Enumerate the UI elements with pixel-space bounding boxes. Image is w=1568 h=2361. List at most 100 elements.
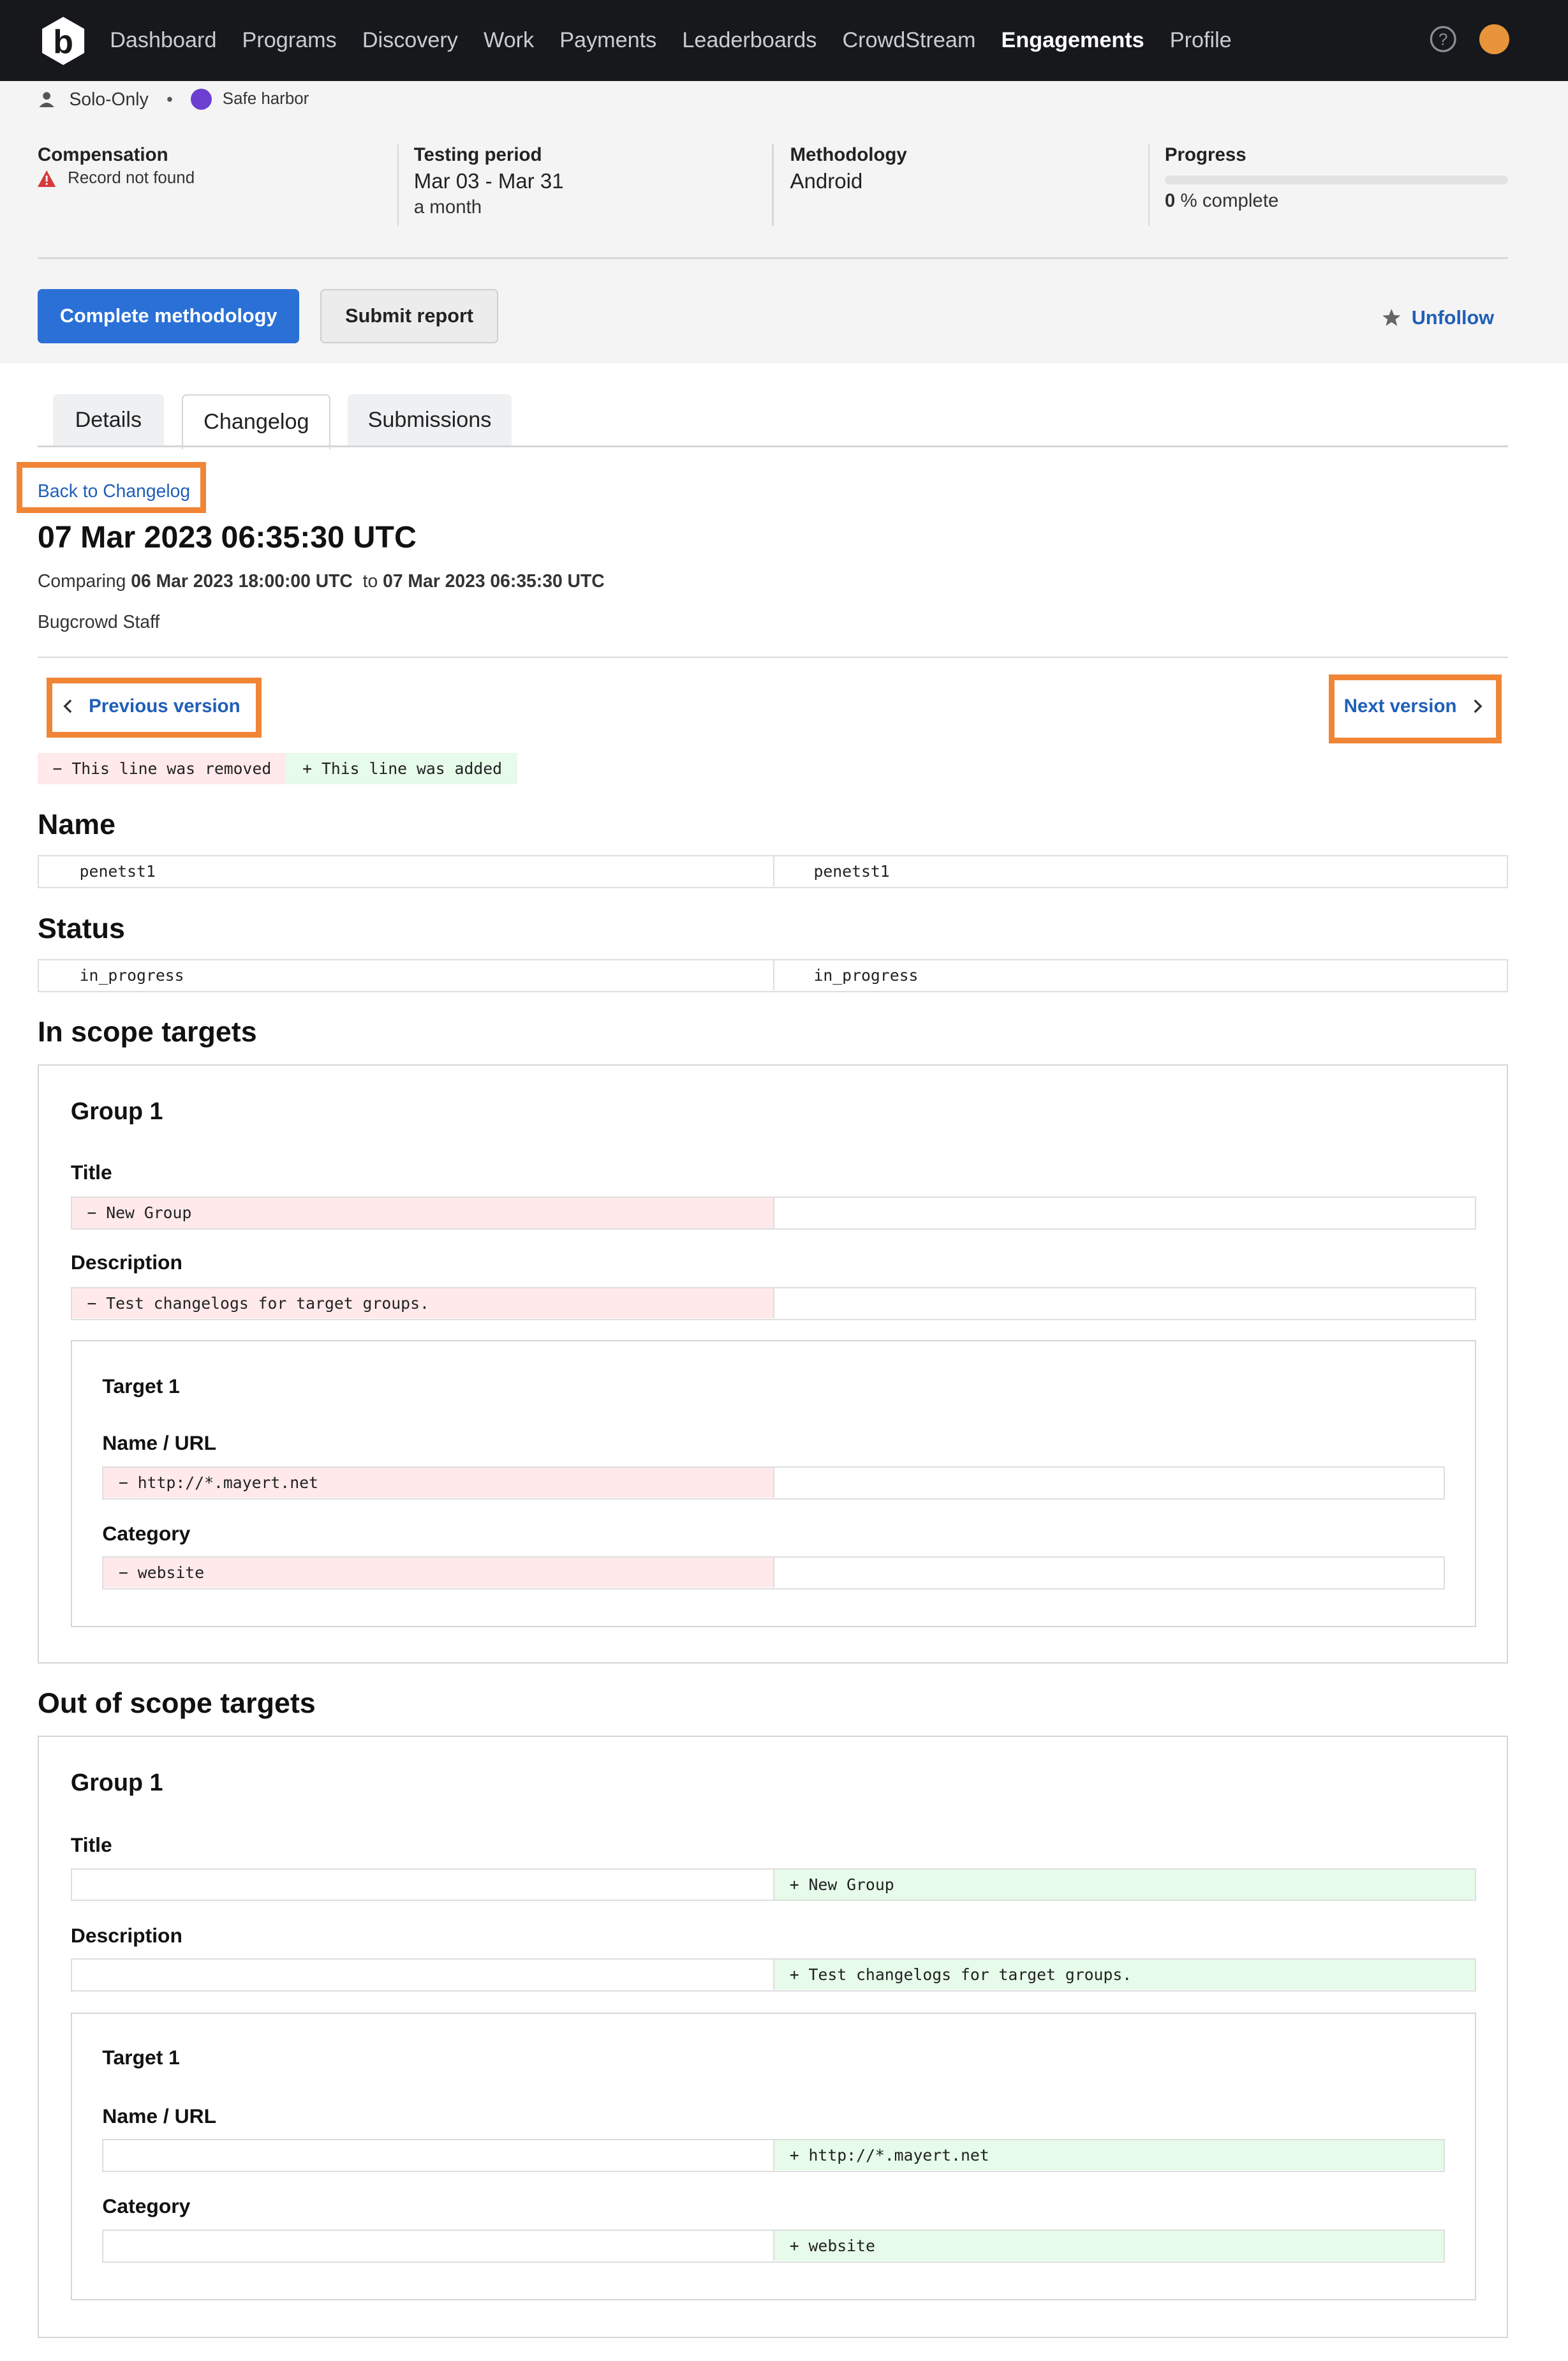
- star-icon: [1382, 309, 1401, 327]
- chevron-right-icon: [1474, 699, 1483, 713]
- chevron-left-icon: [63, 699, 72, 713]
- next-version-label: Next version: [1343, 695, 1457, 717]
- diff-row: − Test changelogs for target groups.: [70, 1286, 1477, 1320]
- diff-row: − http://*.mayert.net: [102, 1466, 1445, 1500]
- progress-bar: [1164, 175, 1508, 184]
- divider: [1148, 144, 1150, 226]
- header-divider: [37, 257, 1508, 259]
- nav-item-work[interactable]: Work: [484, 28, 534, 53]
- testing-period-stat: Testing period Mar 03 - Mar 31 a month: [414, 144, 564, 218]
- nav-item-engagements[interactable]: Engagements: [1002, 28, 1144, 53]
- submit-report-button[interactable]: Submit report: [320, 288, 498, 343]
- divider: [397, 144, 399, 226]
- compensation-label: Compensation: [37, 144, 168, 166]
- avatar[interactable]: [1479, 24, 1510, 54]
- divider: [37, 656, 1508, 658]
- nav-item-crowdstream[interactable]: CrowdStream: [842, 28, 975, 53]
- progress-suffix: % complete: [1180, 190, 1279, 212]
- diff-empty-cell: [103, 2140, 773, 2170]
- complete-methodology-button[interactable]: Complete methodology: [37, 288, 300, 343]
- nav-item-programs[interactable]: Programs: [242, 28, 337, 53]
- diff-empty-cell: [773, 1288, 1475, 1319]
- field-label-category: Category: [102, 1521, 191, 1545]
- compare-from-date: 06 Mar 2023 18:00:00 UTC: [131, 570, 353, 592]
- tab-details[interactable]: Details: [52, 394, 165, 446]
- previous-version-label: Previous version: [89, 695, 240, 717]
- previous-version-link[interactable]: Previous version: [62, 696, 240, 717]
- unfollow-button[interactable]: Unfollow: [1382, 307, 1495, 329]
- field-label-category: Category: [102, 2194, 191, 2218]
- top-navigation: b Dashboard Programs Discovery Work Paym…: [0, 0, 1568, 82]
- bugcrowd-logo-icon[interactable]: b: [38, 15, 89, 66]
- diff-row: in_progress in_progress: [37, 958, 1508, 992]
- field-label-description: Description: [70, 1923, 182, 1947]
- nav-item-payments[interactable]: Payments: [559, 28, 656, 53]
- section-heading-in-scope: In scope targets: [37, 1016, 257, 1048]
- diff-left-cell: in_progress: [79, 965, 184, 985]
- diff-removed-cell: − Test changelogs for target groups.: [71, 1288, 774, 1319]
- diff-empty-cell: [103, 2231, 773, 2261]
- tab-changelog[interactable]: Changelog: [182, 394, 331, 450]
- compensation-value-text: Record not found: [68, 169, 195, 188]
- author: Bugcrowd Staff: [37, 611, 160, 632]
- compensation-value: Record not found: [37, 169, 195, 188]
- tab-submissions[interactable]: Submissions: [347, 394, 512, 446]
- field-label-title: Title: [70, 1160, 112, 1184]
- progress-stat: Progress 0 % complete: [1164, 144, 1508, 212]
- diff-row: penetst1 penetst1: [37, 854, 1508, 888]
- target-title: Target 1: [102, 1374, 180, 1397]
- safe-harbor-label: Safe harbor: [222, 90, 309, 108]
- diff-empty-cell: [773, 1467, 1443, 1498]
- diff-removed-cell: − website: [103, 1558, 774, 1588]
- nav-item-dashboard[interactable]: Dashboard: [110, 28, 216, 53]
- diff-row: + http://*.mayert.net: [102, 2139, 1445, 2173]
- nav-item-profile[interactable]: Profile: [1170, 28, 1232, 53]
- group-title: Group 1: [70, 1768, 163, 1796]
- progress-percent: 0: [1164, 190, 1176, 212]
- diff-row: + New Group: [70, 1868, 1477, 1902]
- back-to-changelog-link[interactable]: Back to Changelog: [38, 480, 190, 502]
- legend-added: + This line was added: [286, 752, 518, 785]
- next-version-link[interactable]: Next version: [1344, 696, 1484, 717]
- testing-period-label: Testing period: [413, 144, 542, 166]
- methodology-value: Android: [790, 169, 863, 193]
- person-icon: [39, 91, 54, 107]
- diff-removed-cell: − New Group: [71, 1198, 774, 1228]
- methodology-label: Methodology: [790, 144, 907, 166]
- section-heading-out-of-scope: Out of scope targets: [37, 1687, 316, 1720]
- participation-label: Solo-Only: [69, 89, 149, 110]
- nav-item-leaderboards[interactable]: Leaderboards: [682, 28, 817, 53]
- help-circle-icon[interactable]: ?: [1430, 26, 1456, 52]
- diff-added-cell: + Test changelogs for target groups.: [773, 1960, 1476, 1990]
- diff-removed-cell: − http://*.mayert.net: [103, 1467, 774, 1498]
- nav-item-discovery[interactable]: Discovery: [362, 28, 458, 53]
- diff-added-cell: + http://*.mayert.net: [773, 2140, 1444, 2171]
- diff-right-cell: in_progress: [773, 960, 1507, 990]
- svg-text:?: ?: [1439, 31, 1447, 49]
- diff-left-cell: penetst1: [79, 861, 156, 881]
- nav-dropdown-tab: [1348, 75, 1505, 82]
- field-label-title: Title: [70, 1833, 112, 1857]
- diff-empty-cell: [773, 1558, 1443, 1588]
- page-title: 07 Mar 2023 06:35:30 UTC: [37, 519, 417, 555]
- diff-empty-cell: [773, 1198, 1475, 1228]
- diff-row: + website: [102, 2229, 1445, 2263]
- nav-menu: Dashboard Programs Discovery Work Paymen…: [110, 0, 1257, 81]
- diff-row: − website: [102, 1556, 1445, 1590]
- divider: [772, 144, 774, 226]
- tabs-divider: [37, 445, 1508, 447]
- legend-removed: − This line was removed: [37, 752, 286, 785]
- diff-row: + Test changelogs for target groups.: [70, 1958, 1477, 1992]
- field-label-name-url: Name / URL: [102, 2104, 217, 2127]
- diff-row: − New Group: [70, 1196, 1477, 1230]
- diff-added-cell: + website: [773, 2230, 1444, 2261]
- engagement-meta: Solo-Only • Safe harbor: [38, 89, 309, 110]
- separator-dot: •: [166, 89, 173, 110]
- comparing-text: Comparing 06 Mar 2023 18:00:00 UTC to 07…: [38, 570, 605, 592]
- unfollow-label: Unfollow: [1411, 307, 1495, 329]
- field-label-description: Description: [70, 1251, 182, 1274]
- compensation-stat: Compensation Record not found: [38, 144, 195, 188]
- svg-text:b: b: [53, 23, 73, 60]
- group-title: Group 1: [70, 1097, 163, 1124]
- comparing-prefix: Comparing: [37, 570, 126, 592]
